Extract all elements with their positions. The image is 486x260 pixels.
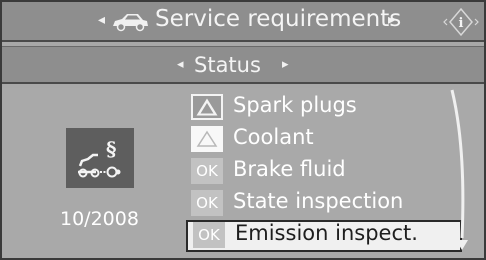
warning-triangle-outline-icon [191, 126, 223, 152]
idrive-screen: ◂ Service requirements ▸ i ◂ Status ▸ § [0, 0, 486, 260]
list-item-label: Spark plugs [233, 93, 357, 117]
list-item-label: Brake fluid [233, 157, 346, 181]
info-icon[interactable]: i [442, 7, 480, 37]
ok-badge: OK [193, 222, 225, 248]
scroll-indicator[interactable] [444, 88, 484, 258]
header-next-arrow[interactable]: ▸ [388, 12, 395, 28]
status-prev-arrow[interactable]: ◂ [177, 57, 184, 72]
service-list: Spark plugs Coolant OK Brake fluid OK St… [186, 92, 462, 252]
inspection-date: 10/2008 [60, 208, 139, 230]
ok-badge: OK [191, 190, 223, 216]
svg-text:i: i [459, 16, 464, 31]
list-item-brake-fluid[interactable]: OK Brake fluid [188, 156, 462, 188]
scroll-down-arrow-icon [456, 240, 468, 250]
main-panel: § 10/2008 Spark plugs Coolant OK Brake f… [2, 88, 484, 258]
status-title: Status [194, 53, 261, 77]
list-item-label: Coolant [233, 125, 314, 149]
ok-badge: OK [191, 158, 223, 184]
header-bar: ◂ Service requirements ▸ i [2, 2, 484, 42]
list-item-emission-inspection[interactable]: OK Emission inspect. [186, 220, 462, 252]
status-next-arrow[interactable]: ▸ [282, 57, 289, 72]
list-item-coolant[interactable]: Coolant [188, 124, 462, 156]
svg-text:§: § [106, 137, 116, 161]
emission-inspection-icon: § [66, 128, 134, 188]
header-prev-arrow[interactable]: ◂ [98, 12, 105, 28]
status-subheader: ◂ Status ▸ [2, 46, 484, 84]
list-item-label: State inspection [233, 189, 404, 213]
warning-triangle-filled-icon [191, 94, 223, 120]
list-item-spark-plugs[interactable]: Spark plugs [188, 92, 462, 124]
header-title: Service requirements [155, 6, 402, 32]
list-item-label: Emission inspect. [235, 221, 418, 245]
car-icon [113, 14, 148, 32]
list-item-state-inspection[interactable]: OK State inspection [188, 188, 462, 220]
